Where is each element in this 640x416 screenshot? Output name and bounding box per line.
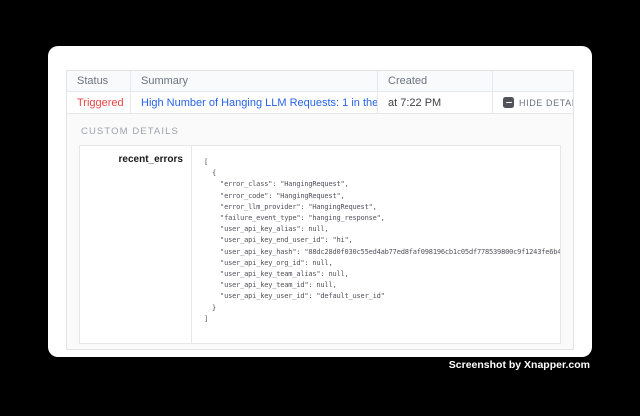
created-cell: at 7:22 PM [378,92,493,113]
details-key-value-box: recent_errors [ { "error_class": "Hangin… [79,145,561,344]
summary-cell: High Number of Hanging LLM Requests: 1 i… [131,92,378,113]
hide-details-label: HIDE DETAILS [519,98,573,108]
alert-summary-link[interactable]: High Number of Hanging LLM Requests: 1 i… [141,97,378,109]
alert-row: Triggered High Number of Hanging LLM Req… [67,92,573,114]
actions-cell: HIDE DETAILS [493,92,573,113]
alert-card: Status Summary Created Triggered High Nu… [48,46,592,357]
details-key: recent_errors [80,146,192,343]
custom-details-section: CUSTOM DETAILS recent_errors [ { "error_… [67,114,573,349]
created-timestamp: at 7:22 PM [388,97,441,109]
details-value: [ { "error_class": "HangingRequest", "er… [192,146,560,343]
minus-square-icon [503,97,514,108]
xnapper-watermark: Screenshot by Xnapper.com [449,359,590,371]
table-header-row: Status Summary Created [67,71,573,92]
status-cell: Triggered [67,92,131,113]
status-badge: Triggered [77,97,124,109]
hide-details-button[interactable]: HIDE DETAILS [503,97,573,108]
column-header-created: Created [378,71,493,91]
alerts-table: Status Summary Created Triggered High Nu… [66,70,574,350]
recent-errors-json: [ { "error_class": "HangingRequest", "er… [204,157,552,325]
column-header-summary: Summary [131,71,378,91]
column-header-actions [493,71,573,91]
custom-details-title: CUSTOM DETAILS [81,126,561,137]
column-header-status: Status [67,71,131,91]
